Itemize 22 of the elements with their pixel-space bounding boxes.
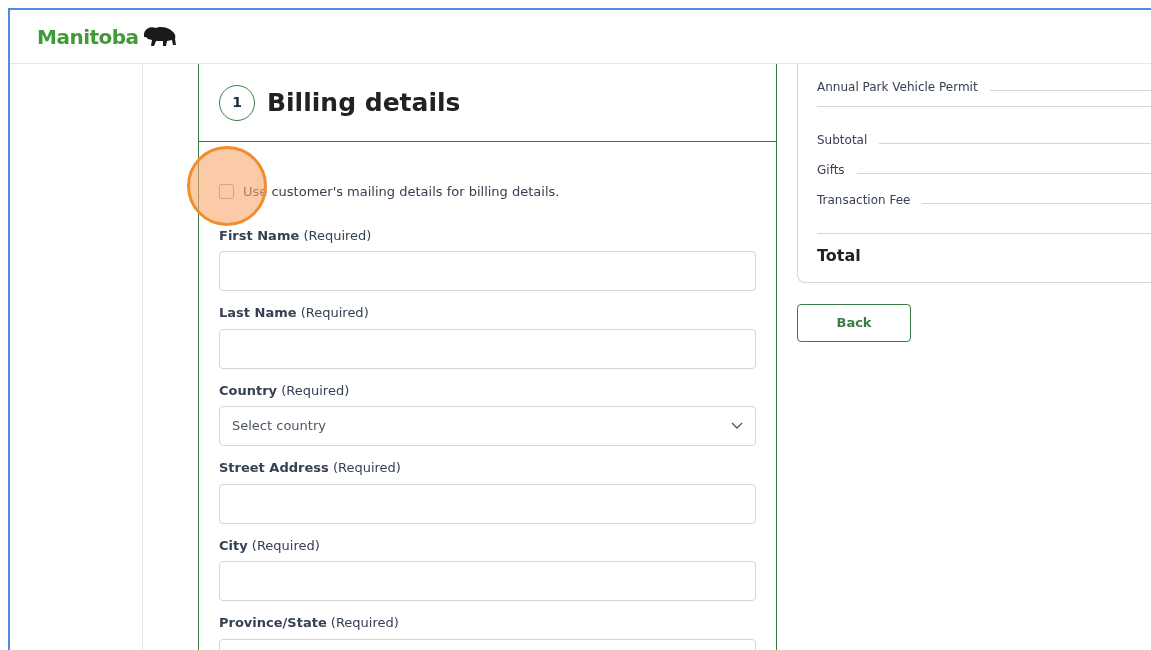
field-label: Country (Required) — [219, 381, 351, 400]
summary-label: Annual Park Vehicle Permit — [817, 79, 978, 96]
summary-label: Transaction Fee — [817, 192, 911, 209]
input-field[interactable] — [219, 561, 756, 601]
summary-label: Subtotal — [817, 132, 868, 149]
checkbox[interactable] — [219, 184, 234, 200]
logo-text[interactable]: Manitoba — [37, 21, 139, 52]
chevron-down-icon — [731, 422, 743, 430]
field-label: City (Required) — [219, 536, 321, 555]
bison-icon — [141, 24, 178, 49]
back-button[interactable]: Back — [797, 304, 911, 342]
input-field[interactable] — [219, 328, 756, 369]
field-label: Street Address (Required) — [219, 459, 402, 477]
field-label: Province/State (Required) — [219, 614, 400, 632]
section-title: Billing details — [267, 86, 461, 119]
field-label: First Name (Required) — [219, 226, 373, 245]
summary-label: Gifts — [817, 162, 845, 179]
input-field[interactable] — [219, 251, 756, 291]
country-dropdown[interactable]: Select country — [219, 406, 756, 446]
total-label: Total — [817, 245, 862, 267]
input-field[interactable] — [219, 483, 756, 524]
field-label: Last Name (Required) — [219, 304, 370, 322]
